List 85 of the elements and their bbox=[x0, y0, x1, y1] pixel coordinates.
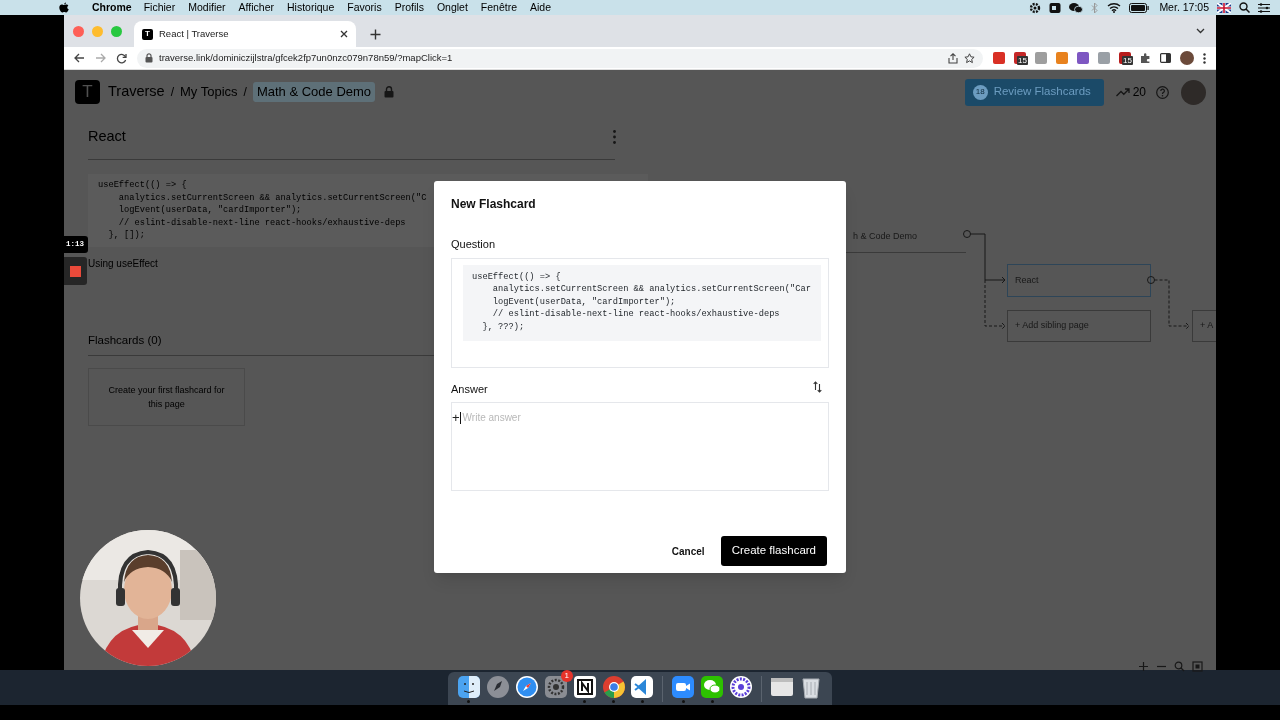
star-icon[interactable] bbox=[964, 52, 975, 64]
profile-avatar[interactable] bbox=[1180, 51, 1194, 65]
menu-item[interactable]: Afficher bbox=[238, 0, 274, 16]
connector-line bbox=[1147, 276, 1190, 330]
menu-clock[interactable]: Mer. 17:05 bbox=[1159, 0, 1209, 16]
lock-icon bbox=[145, 53, 153, 63]
apple-icon bbox=[59, 1, 69, 14]
address-bar[interactable]: traverse.link/dominiczijlstra/gfcek2fp7un0nzc079n78n59/?mapClick=1 bbox=[137, 48, 983, 68]
code-line: analytics.setCurrentScreen && analytics.setCurrentScreen("C bbox=[117, 191, 427, 204]
code-line: useEffect(() => { bbox=[98, 179, 187, 192]
wifi-icon[interactable] bbox=[1107, 2, 1122, 13]
count-badge: 18 bbox=[972, 84, 988, 100]
add-block-button[interactable]: + bbox=[452, 411, 460, 425]
question-field[interactable]: useEffect(() => { analytics.setCurrentScreen && analytics.setCurrentScreen("Car logEvent(userData, "cardImporter"); // eslint-disable-next-line react-hooks/exhaustive-deps }, ???); bbox=[451, 257, 829, 368]
share-icon[interactable] bbox=[948, 52, 958, 64]
side-panel-icon[interactable] bbox=[1160, 53, 1171, 63]
lock-icon bbox=[384, 86, 395, 98]
flag-icon[interactable] bbox=[1217, 2, 1231, 13]
more-icon[interactable] bbox=[1203, 52, 1206, 64]
code-line: // eslint-disable-next-line react-hooks/exhaustive-deps bbox=[491, 308, 780, 321]
create-flashcard-button[interactable]: Create flashcard bbox=[720, 536, 827, 566]
extension-icon[interactable] bbox=[1077, 52, 1089, 64]
review-flashcards-button[interactable]: 18 Review Flashcards bbox=[964, 78, 1104, 106]
extension-icon[interactable]: 15 bbox=[1119, 52, 1131, 64]
field-label: Answer bbox=[451, 381, 488, 397]
gear-icon[interactable] bbox=[1029, 1, 1042, 14]
control-center-icon[interactable] bbox=[1258, 2, 1270, 13]
help-icon[interactable] bbox=[1156, 85, 1169, 99]
code-line: useEffect(() => { bbox=[472, 270, 561, 283]
video-camera-icon[interactable] bbox=[1049, 1, 1062, 14]
plus-icon[interactable] bbox=[370, 28, 381, 40]
swap-icon[interactable] bbox=[813, 381, 822, 393]
dock-app-icon[interactable] bbox=[630, 674, 655, 699]
answer-field[interactable]: + Write answer bbox=[451, 402, 829, 491]
breadcrumb-separator: / bbox=[243, 84, 247, 101]
menu-item[interactable]: Profils bbox=[394, 0, 424, 16]
menu-item[interactable]: Favoris bbox=[347, 0, 382, 16]
chevron-down-icon[interactable] bbox=[1196, 28, 1205, 34]
favicon: T bbox=[142, 28, 153, 40]
code-line: // eslint-disable-next-line react-hooks/exhaustive-deps bbox=[117, 216, 406, 229]
breadcrumb-separator: / bbox=[170, 84, 174, 101]
dock-app-icon[interactable] bbox=[456, 674, 481, 699]
browser-tab[interactable]: T React | Traverse bbox=[134, 21, 356, 47]
menu-item[interactable]: Onglet bbox=[436, 0, 468, 16]
more-vertical-icon[interactable] bbox=[613, 129, 616, 144]
dock-app-icon[interactable] bbox=[514, 674, 539, 699]
dock-app-icon[interactable] bbox=[572, 674, 597, 699]
flashcards-heading: Flashcards (0) bbox=[88, 332, 162, 348]
search-icon[interactable] bbox=[1239, 2, 1250, 13]
extension-icon[interactable] bbox=[993, 52, 1005, 64]
field-label: Question bbox=[451, 237, 497, 252]
page-title: React bbox=[88, 126, 126, 146]
chat-bubbles-icon[interactable] bbox=[1069, 1, 1084, 14]
menu-item[interactable]: Historique bbox=[287, 0, 335, 16]
puzzle-icon[interactable] bbox=[1140, 52, 1151, 64]
menu-item[interactable]: Chrome bbox=[92, 0, 132, 16]
answer-placeholder: Write answer bbox=[462, 411, 521, 425]
dock-app-icon[interactable] bbox=[729, 674, 754, 699]
code-line: logEvent(userData, "cardImporter"); bbox=[117, 204, 302, 217]
fit-view-icon[interactable] bbox=[1192, 661, 1203, 672]
code-line: logEvent(userData, "cardImporter"); bbox=[491, 295, 676, 308]
trending-up-icon bbox=[1115, 87, 1130, 97]
extension-badge: 15 bbox=[1122, 56, 1133, 65]
menu-item[interactable]: Aide bbox=[530, 0, 552, 16]
menu-item[interactable]: Fenêtre bbox=[480, 0, 517, 16]
dock-app-icon[interactable] bbox=[700, 674, 725, 699]
streak-count: 20 bbox=[1132, 84, 1146, 101]
dock-app-icon[interactable] bbox=[601, 674, 626, 699]
stop-recording-button[interactable] bbox=[64, 257, 87, 286]
extension-badge: 15 bbox=[1017, 56, 1028, 65]
code-line: }, ???); bbox=[481, 320, 525, 333]
cancel-button[interactable]: Cancel bbox=[671, 543, 705, 559]
dock-app-icon[interactable] bbox=[671, 674, 696, 699]
battery-icon[interactable] bbox=[1129, 2, 1150, 13]
code-line: analytics.setCurrentScreen && analytics.setCurrentScreen("Car bbox=[491, 283, 811, 296]
page-caption: Using useEffect bbox=[88, 256, 159, 271]
code-line: }, []); bbox=[107, 229, 145, 242]
dialog-title: New Flashcard bbox=[451, 196, 537, 213]
reload-icon[interactable] bbox=[116, 52, 127, 64]
menu-item[interactable]: Modifier bbox=[188, 0, 226, 16]
extension-icon[interactable]: 15 bbox=[1014, 52, 1026, 64]
breadcrumb-link[interactable]: Math & Code Demo bbox=[252, 82, 376, 102]
menu-item[interactable]: Fichier bbox=[143, 0, 176, 16]
close-icon[interactable] bbox=[340, 30, 348, 38]
back-arrow-icon[interactable] bbox=[74, 53, 85, 63]
